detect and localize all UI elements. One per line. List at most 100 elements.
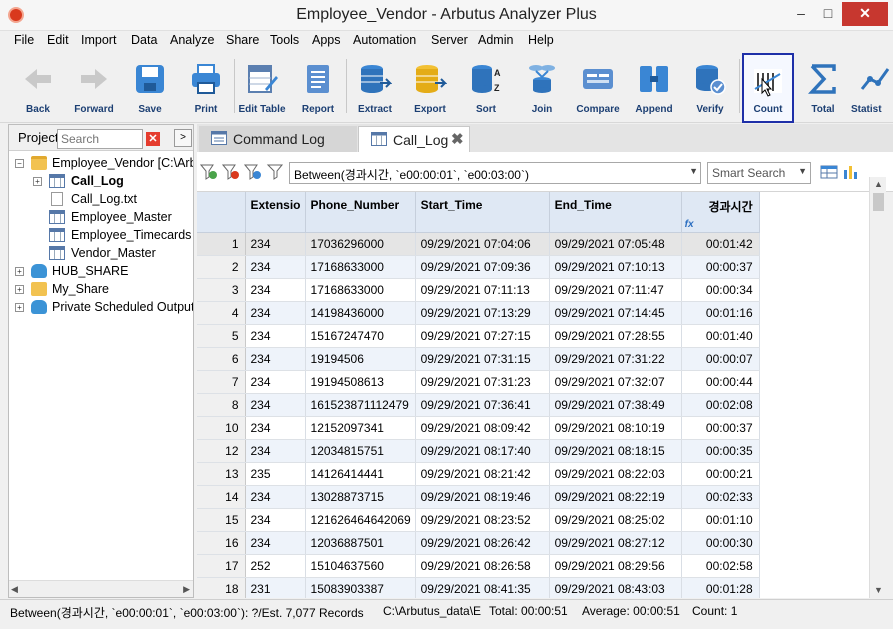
export-button[interactable]: Export <box>402 53 458 119</box>
filter-apply-icon[interactable] <box>244 164 262 180</box>
table-row[interactable]: 3 234 17168633000 09/29/2021 07:11:13 09/29/… <box>197 278 760 302</box>
cell-elapsed-time[interactable]: 00:00:07 <box>681 347 760 371</box>
count-button[interactable]: Count <box>742 53 794 123</box>
cell-extension[interactable]: 234 <box>245 485 306 509</box>
cell-extension[interactable]: 234 <box>245 439 306 463</box>
cell-extension[interactable]: 234 <box>245 393 306 417</box>
cell-elapsed-time[interactable]: 00:00:34 <box>681 278 760 302</box>
cell-extension[interactable]: 231 <box>245 577 306 598</box>
cell-start-time[interactable]: 09/29/2021 08:19:46 <box>415 485 550 509</box>
scroll-left-icon[interactable]: ◀ <box>11 584 18 595</box>
filter-expression-input[interactable]: Between(경과시간, `e00:00:01`, `e00:03:00`) … <box>289 162 701 184</box>
expand-icon[interactable]: + <box>15 303 24 312</box>
extract-button[interactable]: Extract <box>347 53 403 119</box>
cell-end-time[interactable]: 09/29/2021 08:22:19 <box>549 485 682 509</box>
cell-end-time[interactable]: 09/29/2021 07:05:48 <box>549 232 682 256</box>
cell-extension[interactable]: 234 <box>245 508 306 532</box>
cell-extension[interactable]: 234 <box>245 531 306 555</box>
cell-end-time[interactable]: 09/29/2021 07:11:47 <box>549 278 682 302</box>
table-row[interactable]: 13 235 14126414441 09/29/2021 08:21:42 09/29… <box>197 462 760 486</box>
cell-extension[interactable]: 234 <box>245 232 306 256</box>
table-view-icon[interactable] <box>820 164 838 180</box>
cell-start-time[interactable]: 09/29/2021 08:26:42 <box>415 531 550 555</box>
row-number-header[interactable] <box>197 192 246 233</box>
filter-remove-icon[interactable] <box>222 164 240 180</box>
total-button[interactable]: Total <box>795 53 851 119</box>
clear-search-icon[interactable]: ✕ <box>146 132 160 146</box>
cell-phone-number[interactable]: 12036887501 <box>305 531 416 555</box>
menu-server[interactable]: Server <box>431 33 468 47</box>
cell-phone-number[interactable]: 17168633000 <box>305 255 416 279</box>
scroll-down-icon[interactable]: ▼ <box>874 585 883 595</box>
chevron-down-icon[interactable]: ▼ <box>798 166 807 176</box>
cell-phone-number[interactable]: 17168633000 <box>305 278 416 302</box>
table-row[interactable]: 2 234 17168633000 09/29/2021 07:09:36 09/29/… <box>197 255 760 279</box>
cell-start-time[interactable]: 09/29/2021 07:11:13 <box>415 278 550 302</box>
back-button[interactable]: Back <box>10 53 66 119</box>
cell-phone-number[interactable]: 12034815751 <box>305 439 416 463</box>
statistics-button[interactable]: Statist <box>851 53 893 119</box>
cell-start-time[interactable]: 09/29/2021 07:13:29 <box>415 301 550 325</box>
cell-start-time[interactable]: 09/29/2021 07:31:15 <box>415 347 550 371</box>
verify-button[interactable]: Verify <box>682 53 738 119</box>
cell-phone-number[interactable]: 161523871112479 <box>305 393 416 417</box>
menu-help[interactable]: Help <box>528 33 554 47</box>
expand-icon[interactable]: + <box>33 177 42 186</box>
table-row[interactable]: 8 234 161523871112479 09/29/2021 07:36:41 09… <box>197 393 760 417</box>
scroll-right-icon[interactable]: ▶ <box>183 584 190 595</box>
table-row[interactable]: 14 234 13028873715 09/29/2021 08:19:46 09/29… <box>197 485 760 509</box>
cell-extension[interactable]: 234 <box>245 278 306 302</box>
table-row[interactable]: 6 234 19194506 09/29/2021 07:31:15 09/29/202… <box>197 347 760 371</box>
tab-command-log[interactable]: Command Log <box>199 126 357 152</box>
cell-extension[interactable]: 235 <box>245 462 306 486</box>
cell-start-time[interactable]: 09/29/2021 08:09:42 <box>415 416 550 440</box>
cell-start-time[interactable]: 09/29/2021 08:41:35 <box>415 577 550 598</box>
minimize-button[interactable]: – <box>788 2 814 26</box>
cell-start-time[interactable]: 09/29/2021 08:21:42 <box>415 462 550 486</box>
cell-end-time[interactable]: 09/29/2021 08:29:56 <box>549 554 682 578</box>
collapse-icon[interactable]: − <box>15 159 24 168</box>
cell-phone-number[interactable]: 15167247470 <box>305 324 416 348</box>
menu-automation[interactable]: Automation <box>353 33 416 47</box>
cell-elapsed-time[interactable]: 00:02:08 <box>681 393 760 417</box>
append-button[interactable]: Append <box>626 53 682 119</box>
table-row[interactable]: 12 234 12034815751 09/29/2021 08:17:40 09/29… <box>197 439 760 463</box>
cell-elapsed-time[interactable]: 00:02:58 <box>681 554 760 578</box>
print-button[interactable]: Print <box>178 53 234 119</box>
menu-edit[interactable]: Edit <box>47 33 69 47</box>
table-row[interactable]: 1 234 17036296000 09/29/2021 07:04:06 09/29/… <box>197 232 760 256</box>
cell-phone-number[interactable]: 12152097341 <box>305 416 416 440</box>
edit-table-button[interactable]: Edit Table <box>234 53 290 119</box>
close-tab-icon[interactable]: ✖ <box>451 130 464 148</box>
cell-phone-number[interactable]: 19194506 <box>305 347 416 371</box>
table-row[interactable]: 5 234 15167247470 09/29/2021 07:27:15 09/29/… <box>197 324 760 348</box>
cell-end-time[interactable]: 09/29/2021 08:10:19 <box>549 416 682 440</box>
cell-extension[interactable]: 252 <box>245 554 306 578</box>
compare-button[interactable]: Compare <box>570 53 626 119</box>
cell-start-time[interactable]: 09/29/2021 08:23:52 <box>415 508 550 532</box>
cell-phone-number[interactable]: 17036296000 <box>305 232 416 256</box>
cell-elapsed-time[interactable]: 00:00:30 <box>681 531 760 555</box>
cell-elapsed-time[interactable]: 00:00:37 <box>681 416 760 440</box>
cell-elapsed-time[interactable]: 00:01:16 <box>681 301 760 325</box>
chevron-right-icon[interactable]: > <box>174 129 192 147</box>
table-row[interactable]: 17 252 15104637560 09/29/2021 08:26:58 09/29… <box>197 554 760 578</box>
cell-extension[interactable]: 234 <box>245 370 306 394</box>
cell-elapsed-time[interactable]: 00:00:37 <box>681 255 760 279</box>
cell-elapsed-time[interactable]: 00:01:40 <box>681 324 760 348</box>
join-button[interactable]: Join <box>514 53 570 119</box>
cell-phone-number[interactable]: 14126414441 <box>305 462 416 486</box>
column-header-end-time[interactable]: End_Time <box>549 192 682 233</box>
table-row[interactable]: 15 234 121626464642069 09/29/2021 08:23:52 0… <box>197 508 760 532</box>
expand-icon[interactable]: + <box>15 285 24 294</box>
column-header-phone-number[interactable]: Phone_Number <box>305 192 416 233</box>
project-search-input[interactable] <box>57 129 143 149</box>
table-row[interactable]: 10 234 12152097341 09/29/2021 08:09:42 09/29… <box>197 416 760 440</box>
grid-vertical-scrollbar[interactable]: ▲ ▼ <box>869 177 886 598</box>
cell-end-time[interactable]: 09/29/2021 08:25:02 <box>549 508 682 532</box>
cell-elapsed-time[interactable]: 00:00:35 <box>681 439 760 463</box>
menu-tools[interactable]: Tools <box>270 33 299 47</box>
expand-icon[interactable]: + <box>15 267 24 276</box>
menu-admin[interactable]: Admin <box>478 33 513 47</box>
cell-elapsed-time[interactable]: 00:01:28 <box>681 577 760 598</box>
